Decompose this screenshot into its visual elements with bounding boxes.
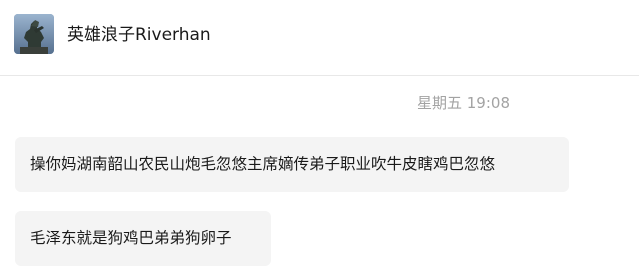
message-text: 操你妈湖南韶山农民山炮毛忽悠主席嫡传弟子职业吹牛皮瞎鸡巴忽悠: [30, 155, 496, 173]
user-avatar-icon: [14, 14, 54, 54]
contact-name[interactable]: 英雄浪子Riverhan: [67, 25, 211, 45]
message-bubble[interactable]: 操你妈湖南韶山农民山炮毛忽悠主席嫡传弟子职业吹牛皮瞎鸡巴忽悠: [15, 137, 569, 192]
message-timestamp: 星期五 19:08: [417, 94, 510, 112]
avatar[interactable]: [14, 14, 54, 54]
message-bubble[interactable]: 毛泽东就是狗鸡巴弟弟狗卵子: [15, 211, 271, 266]
message-text: 毛泽东就是狗鸡巴弟弟狗卵子: [30, 229, 232, 247]
chat-header: 英雄浪子Riverhan: [0, 0, 639, 76]
